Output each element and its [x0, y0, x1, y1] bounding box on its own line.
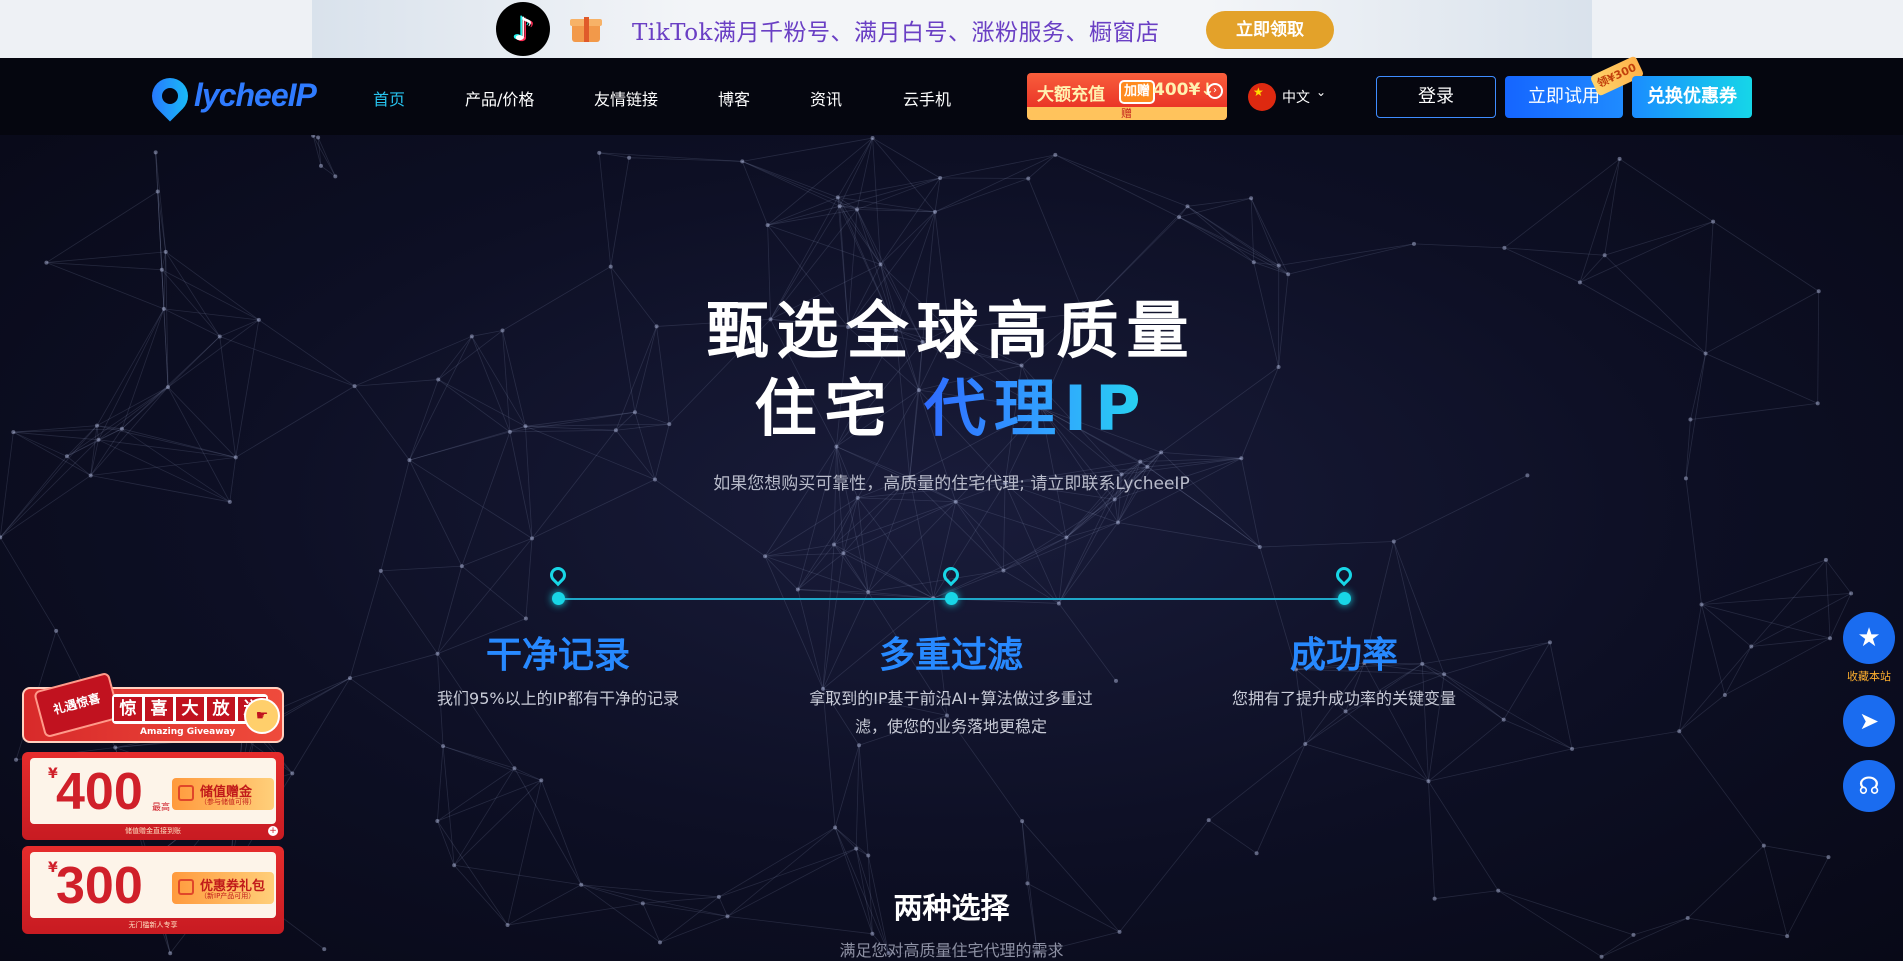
card-footer: 无门槛新人专享	[128, 921, 178, 929]
login-button[interactable]: 登录	[1376, 76, 1496, 118]
nav-item-cloud-phone[interactable]: 云手机	[903, 86, 951, 110]
hero-title-blue: 代理IP	[924, 372, 1149, 445]
recharge-main: 大额充值	[1037, 85, 1105, 105]
pointer-icon: ☛	[244, 698, 280, 734]
promo-card-inner: ¥ 400 最高 储值赠金 （参与储值可得）	[30, 758, 276, 824]
promo-claim-button[interactable]: 立即领取	[1206, 11, 1334, 49]
nav-item-links[interactable]: 友情链接	[594, 86, 658, 110]
card-amount: 300	[56, 857, 143, 915]
card-label: 储值赠金 （参与储值可得）	[172, 778, 274, 810]
location-pin-icon	[546, 563, 570, 587]
recharge-tag: 加赠	[1119, 80, 1155, 104]
china-flag-icon[interactable]: ★	[1248, 83, 1276, 111]
gift-icon	[570, 13, 602, 43]
card-label: 优惠券礼包 （新IP产品可用）	[172, 872, 274, 904]
language-selector[interactable]: 中文	[1282, 87, 1310, 107]
feature-title-success: 成功率	[1289, 635, 1398, 676]
customer-service-icon[interactable]: ☊	[1843, 760, 1895, 812]
giveaway-char: 放	[207, 697, 235, 721]
promo-text: TikTok满月千粉号、满月白号、涨粉服务、橱窗店	[632, 20, 1160, 46]
nav-item-products[interactable]: 产品/价格	[465, 86, 534, 110]
timeline-dot	[552, 592, 565, 605]
chevron-down-icon[interactable]: ⌄	[1316, 85, 1326, 99]
hero-section: 甄选全球高质量 住宅 代理IP 如果您想购买可靠性，高质量的住宅代理; 请立即联…	[0, 135, 1903, 961]
location-pin-icon	[1332, 563, 1356, 587]
giveaway-char: 大	[176, 697, 204, 721]
promo-card-recharge[interactable]: ¥ 400 最高 储值赠金 （参与储值可得） 储值赠金直接到账 +	[22, 752, 284, 840]
recharge-amount: 400¥↓	[1153, 80, 1215, 100]
plus-icon[interactable]: +	[268, 826, 278, 836]
feature-desc-success: 您拥有了提升成功率的关键变量	[1231, 689, 1456, 708]
promo-card-inner: ¥ 300 优惠券礼包 （新IP产品可用）	[30, 852, 276, 918]
nav-item-home[interactable]: 首页	[373, 86, 405, 110]
tiktok-logo-icon: ♪ ♪ ♪	[496, 2, 550, 56]
hero-title-line2: 住宅 代理IP	[0, 358, 1903, 448]
hero-title-white: 住宅	[754, 372, 925, 445]
location-pin-icon	[939, 563, 963, 587]
top-promo-banner[interactable]: ♪ ♪ ♪ TikTok满月千粉号、满月白号、涨粉服务、橱窗店 立即领取	[0, 0, 1903, 58]
feature-title-clean: 干净记录	[485, 635, 630, 676]
redeem-coupon-button[interactable]: 兑换优惠券	[1632, 76, 1752, 118]
logo-pin-icon	[144, 70, 196, 122]
hero-subtitle: 如果您想购买可靠性，高质量的住宅代理; 请立即联系LycheeIP	[713, 474, 1190, 494]
telegram-icon[interactable]: ➤	[1843, 695, 1895, 747]
section-subtitle: 满足您对高质量住宅代理的需求	[839, 941, 1064, 960]
giveaway-char: 喜	[145, 697, 173, 721]
section-title: 两种选择	[893, 891, 1010, 925]
giveaway-banner[interactable]: 礼遇惊喜 惊 喜 大 放 送 Amazing Giveaway ☛	[22, 671, 284, 743]
star-icon[interactable]: ★	[1843, 612, 1895, 664]
recharge-bottom: 赠	[1027, 107, 1227, 120]
feature-desc-clean: 我们95%以上的IP都有干净的记录	[437, 689, 679, 708]
recharge-banner[interactable]: 大额充值 加赠 400¥↓ › 赠	[1027, 73, 1227, 120]
arrow-right-icon: ›	[1207, 83, 1223, 99]
giveaway-char: 惊	[114, 697, 142, 721]
hero-title-line1: 甄选全球高质量	[706, 294, 1197, 367]
card-label-sub: （参与储值可得）	[200, 798, 256, 806]
card-unit: 最高	[152, 803, 171, 813]
feature-title-filter: 多重过滤	[878, 635, 1023, 676]
promo-card-coupon[interactable]: ¥ 300 优惠券礼包 （新IP产品可用） 无门槛新人专享	[22, 846, 284, 934]
gift-box-icon	[178, 879, 194, 895]
logo[interactable]: lycheeIP	[144, 70, 322, 122]
nav-item-news[interactable]: 资讯	[810, 86, 842, 110]
feature-desc-filter: 拿取到的IP基于前沿AI+算法做过多重过滤，使您的业务落地更稳定	[809, 689, 1093, 736]
bookmark-label: 收藏本站	[1847, 670, 1891, 683]
card-label-sub: （新IP产品可用）	[200, 892, 256, 900]
nav-item-blog[interactable]: 博客	[718, 86, 750, 110]
world-network-background	[0, 135, 1854, 959]
logo-text: lycheeIP	[194, 77, 317, 113]
card-amount: 400	[56, 763, 143, 821]
wallet-icon	[178, 785, 194, 801]
navbar: lycheeIP 首页 产品/价格 友情链接 博客 资讯 云手机 大额充值 加赠…	[0, 55, 1903, 135]
timeline-dot	[945, 592, 958, 605]
giveaway-subtitle: Amazing Giveaway	[140, 727, 236, 737]
timeline-dot	[1338, 592, 1351, 605]
card-footer: 储值赠金直接到账	[125, 827, 181, 835]
